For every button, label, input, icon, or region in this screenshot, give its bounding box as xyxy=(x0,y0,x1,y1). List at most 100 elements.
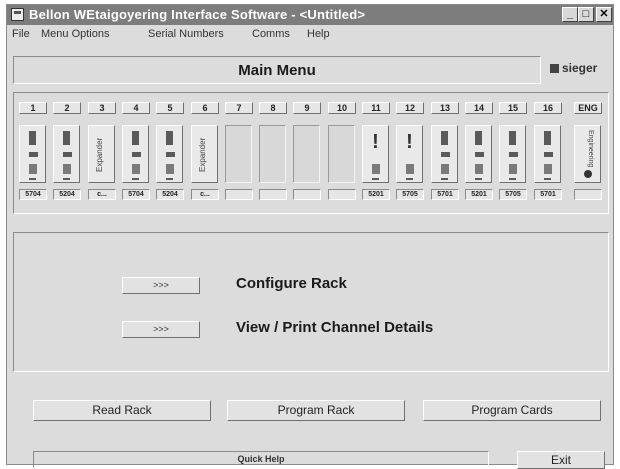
eng-slot-number: ENG xyxy=(574,102,602,114)
rack-slot-eng[interactable]: Engineering xyxy=(574,125,601,183)
slot-part-code xyxy=(259,189,287,200)
page-title: Main Menu xyxy=(238,62,316,79)
slot-number: 2 xyxy=(53,102,81,114)
card-component-icon xyxy=(166,131,173,145)
card-component-icon xyxy=(132,131,139,145)
card-component-icon xyxy=(29,152,38,157)
slot-number: 5 xyxy=(156,102,184,114)
card-component-icon xyxy=(544,152,553,157)
card-component-icon xyxy=(132,164,140,174)
rack-slot-13[interactable] xyxy=(431,125,458,183)
card-component-icon xyxy=(441,131,448,145)
slot-part-code xyxy=(225,189,253,200)
card-component-icon xyxy=(132,178,139,180)
card-component-icon xyxy=(63,131,70,145)
slot-part-code: 5204 xyxy=(156,189,184,200)
slot-part-code: 5701 xyxy=(431,189,459,200)
menu-comms[interactable]: Comms xyxy=(252,28,290,40)
card-component-icon xyxy=(475,178,482,180)
slot-number: 6 xyxy=(191,102,219,114)
slot-number: 16 xyxy=(534,102,562,114)
menu-help[interactable]: Help xyxy=(307,28,330,40)
eng-part-code xyxy=(574,189,602,200)
menu-options[interactable]: Menu Options xyxy=(41,28,109,40)
logo-text: sieger xyxy=(562,61,598,75)
rack-slot-7[interactable] xyxy=(225,125,252,183)
rack-slot-14[interactable] xyxy=(465,125,492,183)
card-component-icon xyxy=(544,131,551,145)
app-icon[interactable] xyxy=(11,8,24,21)
rack-slot-11[interactable]: ! xyxy=(362,125,389,183)
warning-icon: ! xyxy=(406,131,413,153)
card-component-icon xyxy=(372,164,380,174)
card-component-icon xyxy=(475,164,483,174)
view-print-label: View / Print Channel Details xyxy=(236,319,434,336)
card-component-icon xyxy=(29,178,36,180)
slot-number: 14 xyxy=(465,102,493,114)
read-rack-button[interactable]: Read Rack xyxy=(33,400,211,421)
slot-number: 11 xyxy=(362,102,390,114)
card-component-icon xyxy=(132,152,141,157)
slot-part-code: 5701 xyxy=(534,189,562,200)
eng-connector-icon xyxy=(584,170,592,178)
rack-slot-3[interactable]: Expander xyxy=(88,125,115,183)
rack-slot-16[interactable] xyxy=(534,125,561,183)
slot-part-code xyxy=(328,189,356,200)
configure-rack-label: Configure Rack xyxy=(236,275,347,292)
slot-part-code: 5204 xyxy=(53,189,81,200)
card-component-icon xyxy=(29,164,37,174)
actions-panel: >>> Configure Rack >>> View / Print Chan… xyxy=(13,232,609,372)
rack-panel: 1 5704 2 5204 3 Expander c... 4 5704 5 5204 6 Expand… xyxy=(13,92,609,214)
rack-slot-8[interactable] xyxy=(259,125,286,183)
card-component-icon xyxy=(166,152,175,157)
title-bar[interactable]: Bellon WEtaigoyering Interface Software … xyxy=(7,5,613,25)
card-component-icon xyxy=(544,164,552,174)
quick-help-bar: Quick Help xyxy=(33,451,489,468)
card-component-icon xyxy=(509,164,517,174)
slot-part-code: 5201 xyxy=(465,189,493,200)
card-component-icon xyxy=(509,131,516,145)
card-component-icon xyxy=(406,178,413,180)
program-cards-button[interactable]: Program Cards xyxy=(423,400,601,421)
card-component-icon xyxy=(509,178,516,180)
rack-slot-12[interactable]: ! xyxy=(396,125,423,183)
card-component-icon xyxy=(63,178,70,180)
slot-part-code: 5705 xyxy=(499,189,527,200)
menu-bar: File Menu Options Serial Numbers Comms H… xyxy=(7,26,613,43)
rack-slot-9[interactable] xyxy=(293,125,320,183)
slot-number: 4 xyxy=(122,102,150,114)
view-print-button[interactable]: >>> xyxy=(122,321,200,338)
card-component-icon xyxy=(441,164,449,174)
rack-slot-1[interactable] xyxy=(19,125,46,183)
slot-part-code: 5705 xyxy=(396,189,424,200)
rack-slot-6[interactable]: Expander xyxy=(191,125,218,183)
slot-part-code: c... xyxy=(88,189,116,200)
configure-rack-button[interactable]: >>> xyxy=(122,277,200,294)
logo-square-icon xyxy=(550,64,559,73)
rack-slot-15[interactable] xyxy=(499,125,526,183)
rack-slot-2[interactable] xyxy=(53,125,80,183)
rack-slot-4[interactable] xyxy=(122,125,149,183)
card-component-icon xyxy=(166,164,174,174)
menu-serial-numbers[interactable]: Serial Numbers xyxy=(148,28,224,40)
expander-label: Expander xyxy=(198,137,207,173)
rack-slot-5[interactable] xyxy=(156,125,183,183)
eng-label: Engineering xyxy=(587,130,594,168)
maximize-button[interactable]: □ xyxy=(578,7,594,22)
card-component-icon xyxy=(544,178,551,180)
menu-file[interactable]: File xyxy=(12,28,30,40)
close-button[interactable]: ✕ xyxy=(596,7,612,22)
minimize-button[interactable]: _ xyxy=(562,7,578,22)
card-component-icon xyxy=(475,152,484,157)
program-rack-button[interactable]: Program Rack xyxy=(227,400,405,421)
slot-number: 8 xyxy=(259,102,287,114)
card-component-icon xyxy=(63,164,71,174)
card-component-icon xyxy=(441,152,450,157)
exit-button[interactable]: Exit xyxy=(517,451,605,469)
card-component-icon xyxy=(406,164,414,174)
slot-part-code: 5704 xyxy=(122,189,150,200)
slot-number: 12 xyxy=(396,102,424,114)
card-component-icon xyxy=(441,178,448,180)
rack-slot-10[interactable] xyxy=(328,125,355,183)
slot-part-code: 5704 xyxy=(19,189,47,200)
